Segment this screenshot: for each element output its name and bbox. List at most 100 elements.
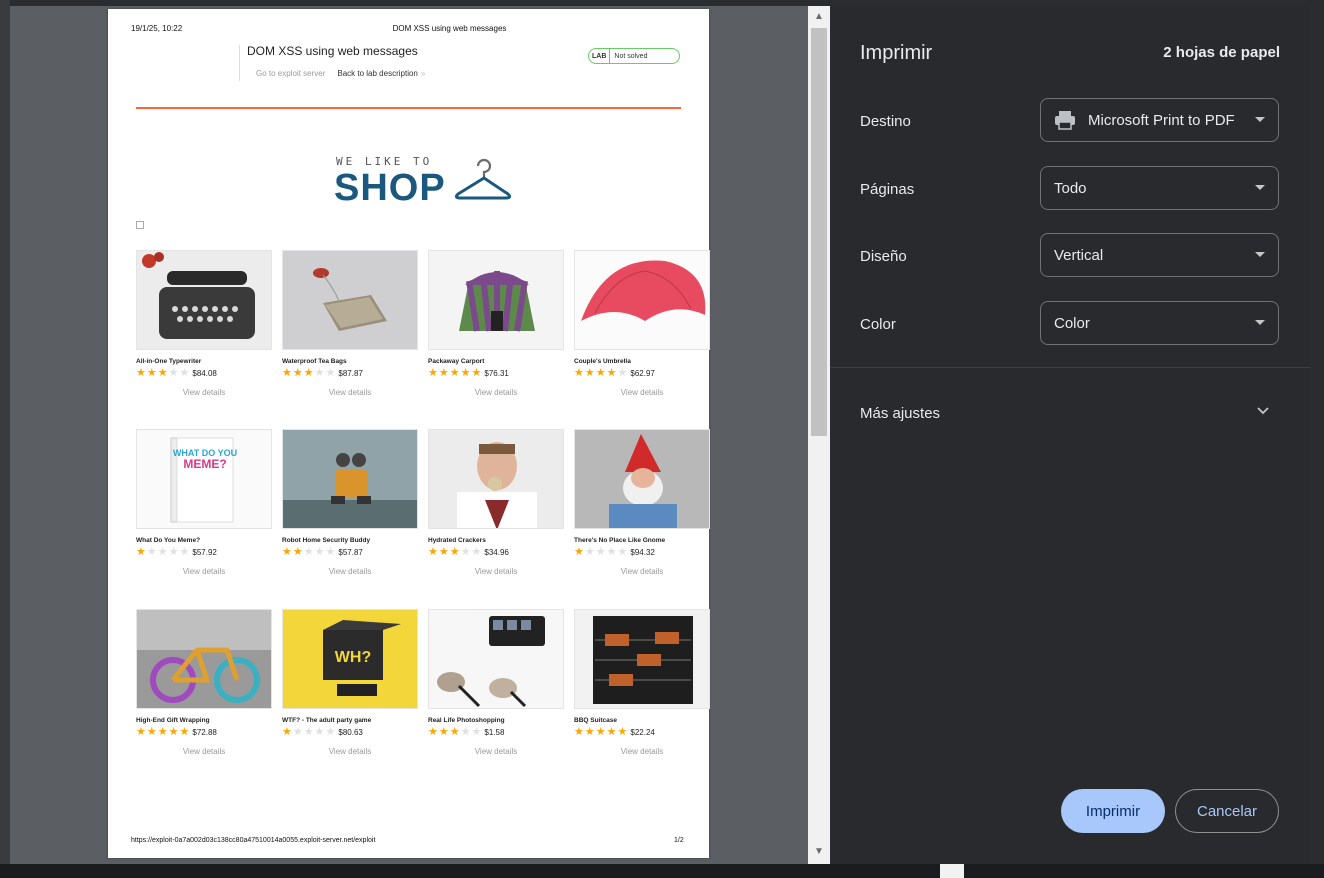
header-divider (136, 107, 681, 109)
pages-value: Todo (1054, 179, 1087, 197)
product-image-graphic (429, 430, 563, 528)
product-name: Robot Home Security Buddy (282, 537, 371, 544)
star-icon: ★ (168, 726, 179, 738)
product-rating: ★ ★ ★ ★ ★ $1.58 (428, 727, 564, 738)
product-name: Waterproof Tea Bags (282, 358, 347, 365)
product-card: Packaway Carport ★ ★ ★ ★ ★ $76.31 View details (428, 250, 564, 397)
product-image-graphic (575, 430, 709, 528)
color-value: Color (1054, 314, 1090, 332)
product-name: BBQ Suitcase (574, 717, 617, 724)
star-icon: ★ (146, 546, 157, 558)
printer-icon (1055, 111, 1075, 130)
product-name: Real Life Photoshopping (428, 717, 505, 724)
star-icon: ★ (438, 546, 449, 558)
star-icon: ★ (438, 367, 449, 379)
star-icon: ★ (292, 546, 303, 558)
view-details-link: View details (474, 747, 518, 756)
dropdown-caret-icon (1255, 117, 1265, 122)
product-card: There's No Place Like Gnome ★ ★ ★ ★ ★ $94.32 Vi… (574, 429, 710, 576)
view-details-link: View details (474, 567, 518, 576)
product-price: $57.92 (192, 548, 217, 557)
star-icon: ★ (428, 726, 438, 738)
background-window-edge (0, 0, 10, 878)
layout-label: Diseño (860, 248, 907, 265)
star-icon: ★ (314, 726, 325, 738)
star-icon: ★ (460, 546, 471, 558)
view-details-link: View details (328, 567, 372, 576)
product-name: Couple's Umbrella (574, 358, 631, 365)
star-icon: ★ (157, 367, 168, 379)
lab-status-badge: LAB Not solved (588, 48, 680, 64)
star-icon: ★ (282, 546, 292, 558)
product-price: $76.31 (484, 369, 509, 378)
layout-select[interactable]: Vertical (1040, 233, 1279, 277)
star-icon: ★ (303, 367, 314, 379)
pages-select[interactable]: Todo (1040, 166, 1279, 210)
pages-label: Páginas (860, 181, 915, 198)
star-icon: ★ (438, 726, 449, 738)
star-icon: ★ (179, 546, 190, 558)
product-rating: ★ ★ ★ ★ ★ $94.32 (574, 547, 710, 558)
product-image (574, 429, 710, 529)
view-details-link: View details (620, 567, 664, 576)
destination-select[interactable]: Microsoft Print to PDF (1040, 98, 1279, 142)
product-rating: ★ ★ ★ ★ ★ $34.96 (428, 547, 564, 558)
product-image-graphic: WHAT DO YOUMEME? (137, 430, 271, 528)
preview-scrollbar-thumb[interactable] (811, 28, 827, 436)
star-icon: ★ (595, 726, 606, 738)
star-icon: ★ (584, 726, 595, 738)
star-icon: ★ (471, 726, 482, 738)
product-rating: ★ ★ ★ ★ ★ $62.97 (574, 368, 710, 379)
preview-page: 19/1/25, 10:22 DOM XSS using web message… (108, 9, 710, 858)
product-image-graphic (283, 430, 417, 528)
star-icon: ★ (179, 367, 190, 379)
star-icon: ★ (136, 726, 146, 738)
product-rating: ★ ★ ★ ★ ★ $80.63 (282, 727, 418, 738)
star-icon: ★ (314, 367, 325, 379)
print-header-title: DOM XSS using web messages (392, 24, 507, 33)
view-details-link: View details (328, 747, 372, 756)
product-image-graphic (137, 610, 271, 708)
dropdown-caret-icon (1255, 252, 1265, 257)
product-price: $80.63 (338, 728, 363, 737)
product-price: $62.97 (630, 369, 655, 378)
background-fragment (940, 864, 964, 878)
sheet-count: 2 hojas de papel (1163, 44, 1280, 61)
product-price: $1.58 (484, 728, 505, 737)
lab-title: DOM XSS using web messages (247, 44, 418, 58)
product-image: WH? (282, 609, 418, 709)
dropdown-caret-icon (1255, 320, 1265, 325)
product-name: What Do You Meme? (136, 537, 201, 544)
product-name: High-End Gift Wrapping (136, 717, 210, 724)
product-price: $94.32 (630, 548, 655, 557)
chevron-down-icon[interactable] (1256, 404, 1270, 418)
scroll-up-arrow-icon[interactable]: ▲ (811, 10, 827, 24)
exploit-server-link: Go to exploit server (256, 69, 326, 78)
star-icon: ★ (168, 546, 179, 558)
product-name: WTF? - The adult party game (282, 717, 372, 724)
lab-tag: LAB (589, 49, 611, 63)
dropdown-caret-icon (1255, 185, 1265, 190)
destination-label: Destino (860, 113, 911, 130)
product-name: Hydrated Crackers (428, 537, 486, 544)
scroll-down-arrow-icon[interactable]: ▼ (811, 845, 827, 859)
dialog-divider (830, 367, 1310, 368)
star-icon: ★ (617, 546, 628, 558)
star-icon: ★ (292, 726, 303, 738)
star-icon: ★ (303, 726, 314, 738)
product-image-graphic (137, 251, 271, 349)
star-icon: ★ (325, 546, 336, 558)
product-image-graphic (429, 610, 563, 708)
star-icon: ★ (584, 367, 595, 379)
product-rating: ★ ★ ★ ★ ★ $22.24 (574, 727, 710, 738)
product-card: Real Life Photoshopping ★ ★ ★ ★ ★ $1.58 View de… (428, 609, 564, 756)
star-icon: ★ (136, 367, 146, 379)
star-icon: ★ (449, 546, 460, 558)
cancel-button[interactable]: Cancelar (1175, 789, 1279, 833)
more-settings-toggle[interactable]: Más ajustes (860, 405, 940, 422)
star-icon: ★ (282, 367, 292, 379)
color-select[interactable]: Color (1040, 301, 1279, 345)
print-button[interactable]: Imprimir (1061, 789, 1165, 833)
hanger-icon (454, 158, 512, 200)
dialog-title: Imprimir (860, 42, 933, 64)
